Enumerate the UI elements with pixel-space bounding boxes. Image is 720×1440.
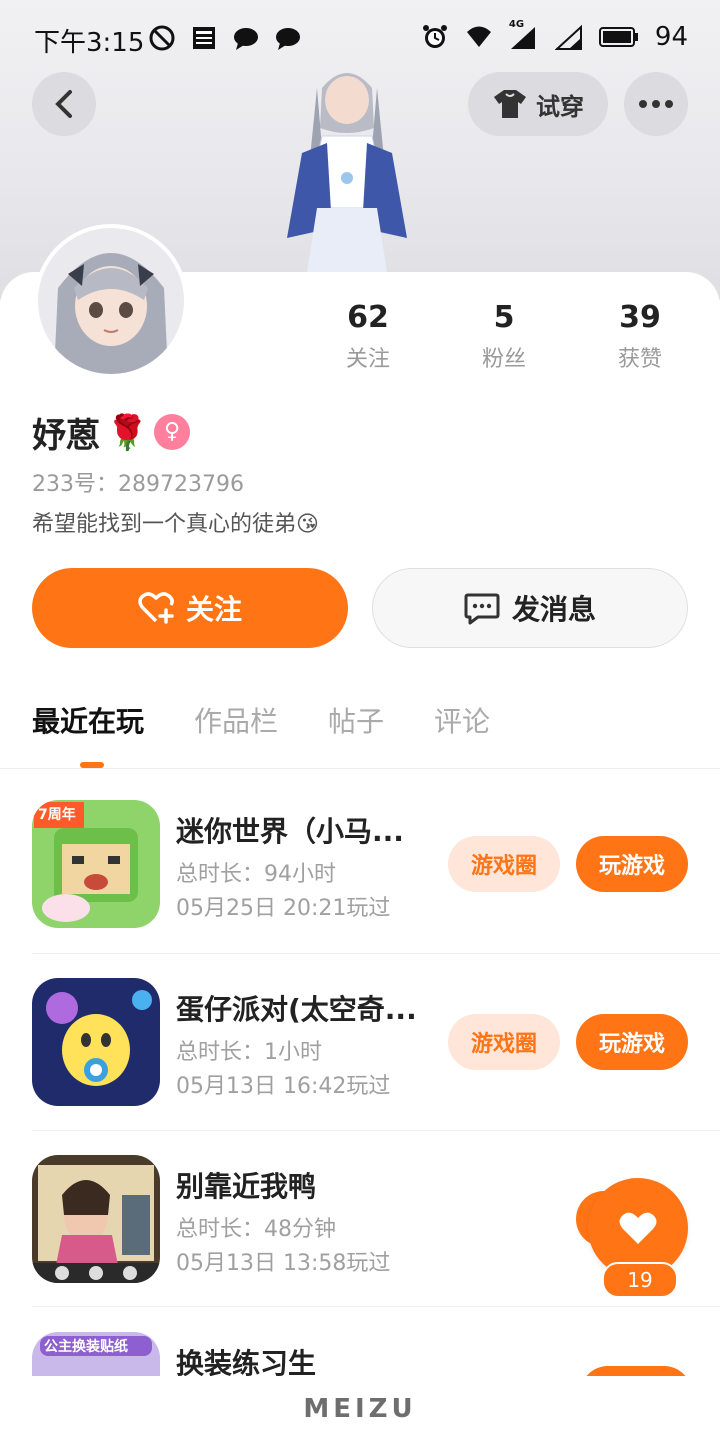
tab-comments[interactable]: 评论 [434,700,490,740]
battery-icon [598,27,638,47]
character-figure [287,73,407,272]
tabs-divider [0,768,720,769]
tab-works[interactable]: 作品栏 [194,700,278,740]
list-item[interactable]: 蛋仔派对(太空奇... 总时长：1小时 05月13日 16:42玩过 游戏圈 玩… [32,978,720,1154]
follow-label: 关注 [185,593,242,626]
stat-following[interactable]: 62 关注 [300,300,436,373]
news-icon [193,27,215,49]
stat-followers[interactable]: 5 粉丝 [436,300,572,373]
stat-number: 5 [493,300,515,335]
game-icon-badge: 7周年 [38,807,76,823]
game-last-played: 05月25日 20:21玩过 [176,896,391,921]
try-on-button[interactable]: 试穿 [468,72,608,136]
game-duration: 总时长：1小时 [176,1040,322,1065]
chat-bubble-icon [234,28,258,50]
game-circle-button[interactable]: 游戏圈 [448,1014,560,1070]
chevron-left-icon [55,90,72,118]
status-bar: 下午3:15 4G 94 [0,0,720,76]
more-options-button[interactable] [624,72,688,136]
stat-number: 62 [347,300,389,335]
game-icon: 公主换装贴纸 [32,1332,160,1376]
tab-posts[interactable]: 帖子 [328,700,384,740]
try-on-label: 试穿 [536,92,584,121]
network-type: 4G [508,19,525,30]
stat-number: 39 [619,300,661,335]
game-icon-badge: 公主换装贴纸 [44,1339,128,1355]
play-game-button-partial[interactable] [580,1366,692,1376]
status-time: 下午3:15 [34,28,145,58]
game-title: 蛋仔派对(太空奇... [176,993,417,1026]
battery-level: 94 [654,22,688,52]
game-title: 迷你世界（小马... [176,815,404,848]
wifi-icon [466,26,491,47]
chat-bubble-icon [276,28,300,50]
tab-recently-played[interactable]: 最近在玩 [32,700,144,740]
avatar[interactable] [34,224,188,378]
heart-plus-icon [138,592,174,624]
alarm-icon [422,25,447,48]
profile-name-text: 妤蒽 [32,416,100,456]
game-icon [32,1155,160,1283]
bio-text: 希望能找到一个真心的徒弟😘 [32,512,319,537]
heart-icon [619,1212,657,1244]
profile-name: 妤蒽 🌹 [32,408,148,457]
dnd-icon [149,25,175,51]
game-last-played: 05月13日 16:42玩过 [176,1074,391,1099]
game-title: 换装练习生 [176,1347,317,1376]
stat-likes[interactable]: 39 获赞 [572,300,708,373]
game-icon: 7周年 [32,800,160,928]
list-item[interactable]: 7周年 迷你世界（小马... 总时长：94小时 05月25日 20:21玩过 游… [32,800,720,976]
game-duration: 总时长：94小时 [176,862,336,887]
message-label: 发消息 [511,593,596,626]
row-divider [32,953,720,954]
back-button[interactable] [32,72,96,136]
list-item[interactable]: 公主换装贴纸 换装练习生 [32,1332,720,1376]
like-count-badge: 19 [602,1262,678,1298]
game-last-played: 05月13日 13:58玩过 [176,1251,391,1276]
game-circle-button[interactable]: 游戏圈 [448,836,560,892]
send-message-button[interactable]: 发消息 [372,568,688,648]
gender-female-icon: ♀ [154,414,190,450]
game-duration: 总时长：48分钟 [176,1217,336,1242]
play-game-button[interactable]: 玩游戏 [576,1014,688,1070]
profile-tabs: 最近在玩 作品栏 帖子 评论 [32,700,490,740]
message-icon [464,593,500,625]
stat-label: 关注 [345,347,390,372]
stat-label: 粉丝 [481,347,526,372]
game-title: 别靠近我鸭 [176,1170,317,1203]
follow-button[interactable]: 关注 [32,568,348,648]
signal-icon [554,24,582,50]
more-dots-icon [639,100,673,108]
game-icon [32,978,160,1106]
stat-label: 获赞 [617,347,662,372]
play-game-button[interactable]: 玩游戏 [576,836,688,892]
tshirt-icon [494,90,526,118]
rose-emoji: 🌹 [106,412,149,453]
user-id: 233号：289723796 [32,472,244,497]
avatar-image [38,228,184,374]
row-divider [32,1130,720,1131]
profile-stats: 62 关注 5 粉丝 39 获赞 [300,300,720,373]
device-brand-logo: MEIZU [303,1394,417,1424]
row-divider [32,1306,720,1307]
